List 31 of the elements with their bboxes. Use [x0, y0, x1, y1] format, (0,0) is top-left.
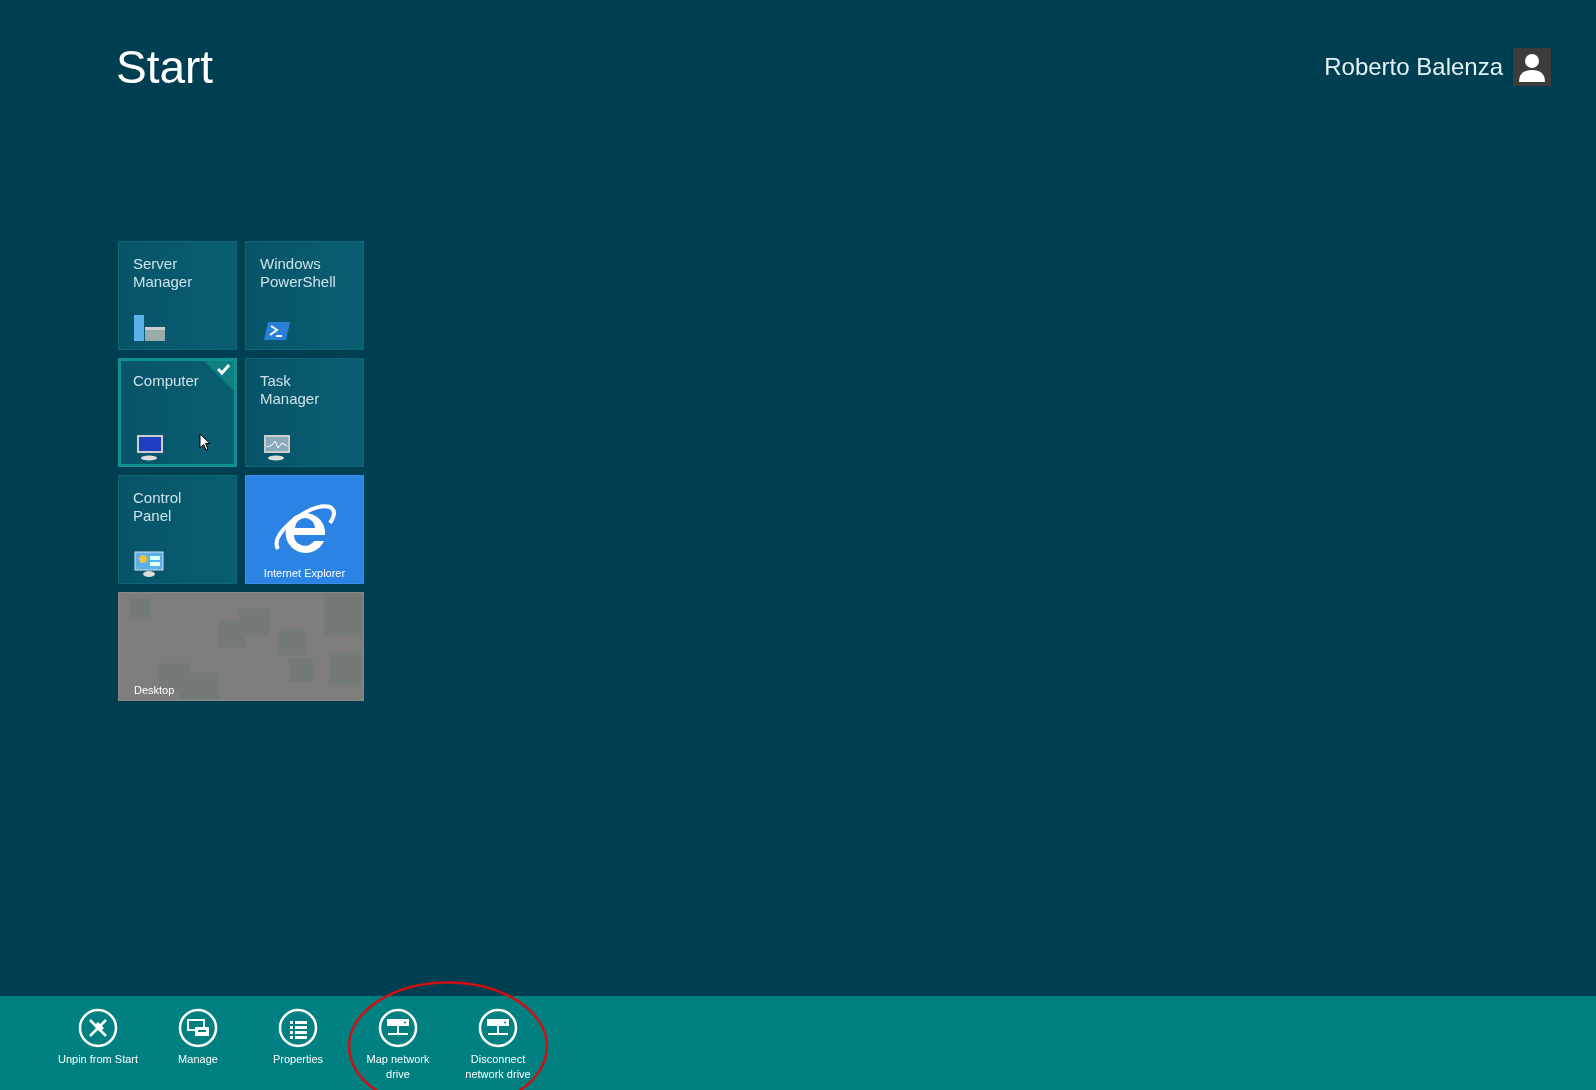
network-drive-icon — [478, 1008, 518, 1048]
desktop-tile[interactable]: Desktop — [118, 592, 364, 701]
app-tile[interactable]: Internet Explorer — [245, 475, 364, 584]
tile-label: Computer — [133, 372, 200, 390]
tile-label: Control Panel — [133, 489, 183, 525]
user-name: Roberto Balenza — [1324, 53, 1503, 81]
app-tile[interactable]: Control Panel — [118, 475, 237, 584]
app-bar-button[interactable]: Map network drive — [348, 996, 448, 1082]
server-stack-icon — [133, 314, 167, 344]
app-tile[interactable]: Windows PowerShell — [245, 241, 364, 350]
app-bar-button[interactable]: Disconnect network drive — [448, 996, 548, 1082]
tile-label: Desktop — [134, 684, 175, 696]
tile-label: Server Manager — [133, 255, 194, 291]
app-bar-button[interactable]: Unpin from Start — [48, 996, 148, 1067]
app-bar-button[interactable]: Manage — [148, 996, 248, 1067]
window-toolbox-icon — [178, 1008, 218, 1048]
app-bar-button[interactable]: Properties — [248, 996, 348, 1067]
list-icon — [278, 1008, 318, 1048]
mouse-cursor-icon — [199, 433, 211, 451]
network-drive-icon — [378, 1008, 418, 1048]
app-tile[interactable]: Server Manager — [118, 241, 237, 350]
tile-label: Task Manager — [260, 372, 321, 408]
tile-label: Windows PowerShell — [260, 255, 337, 291]
app-tile[interactable]: Task Manager — [245, 358, 364, 467]
app-tile[interactable]: Computer — [118, 358, 237, 467]
tile-label: Internet Explorer — [263, 567, 346, 579]
crossed-pin-icon — [78, 1008, 118, 1048]
control-panel-icon — [133, 548, 167, 578]
start-title: Start — [116, 40, 214, 94]
selected-check-icon — [204, 361, 234, 391]
user-avatar-icon[interactable] — [1513, 48, 1551, 86]
